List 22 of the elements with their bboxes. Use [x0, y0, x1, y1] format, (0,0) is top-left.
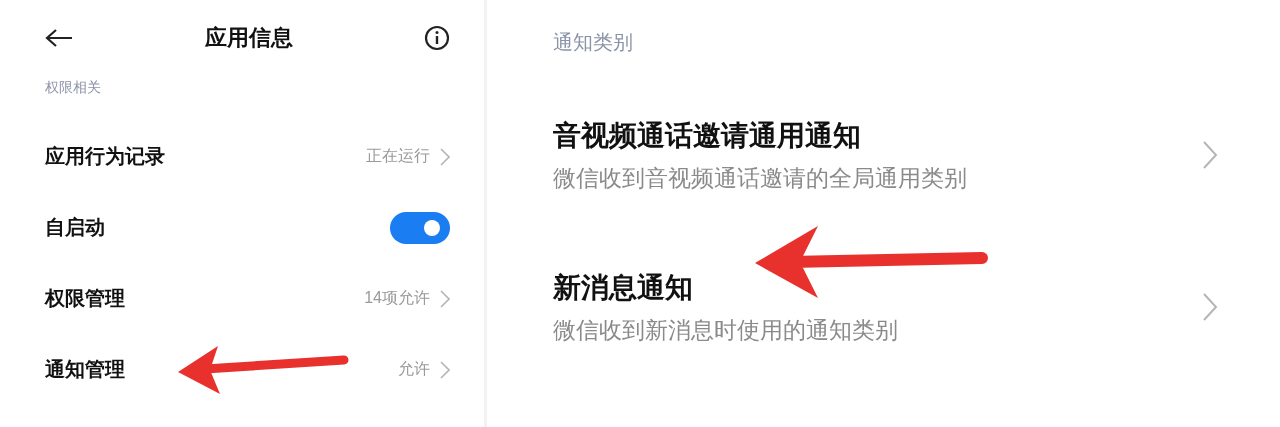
setting-label[interactable]: 权限管理 [45, 285, 125, 312]
setting-value: 正在运行 [366, 146, 430, 166]
category-title[interactable]: 音视频通话邀请通用通知 [553, 117, 967, 154]
setting-label[interactable]: 自启动 [45, 214, 105, 241]
chevron-icon [1202, 140, 1218, 170]
chevron-icon [1202, 292, 1218, 322]
setting-label[interactable]: 通知管理 [45, 356, 125, 383]
setting-label[interactable]: 应用行为记录 [45, 143, 165, 170]
back-icon[interactable] [45, 27, 73, 48]
category-description: 微信收到音视频通话邀请的全局通用类别 [553, 163, 967, 193]
screen-title: 应用信息 [204, 23, 293, 52]
chevron-icon [440, 289, 450, 308]
info-icon[interactable] [424, 24, 450, 51]
section-label: 通知类别 [553, 30, 633, 55]
chevron-icon [440, 360, 450, 379]
setting-value: 允许 [398, 359, 430, 379]
category-title[interactable]: 新消息通知 [553, 269, 898, 306]
setting-value: 14项允许 [364, 288, 430, 308]
section-label: 权限相关 [45, 78, 102, 97]
toggle-switch[interactable] [390, 211, 450, 244]
chevron-icon [440, 147, 450, 166]
category-description: 微信收到新消息时使用的通知类别 [553, 315, 898, 345]
